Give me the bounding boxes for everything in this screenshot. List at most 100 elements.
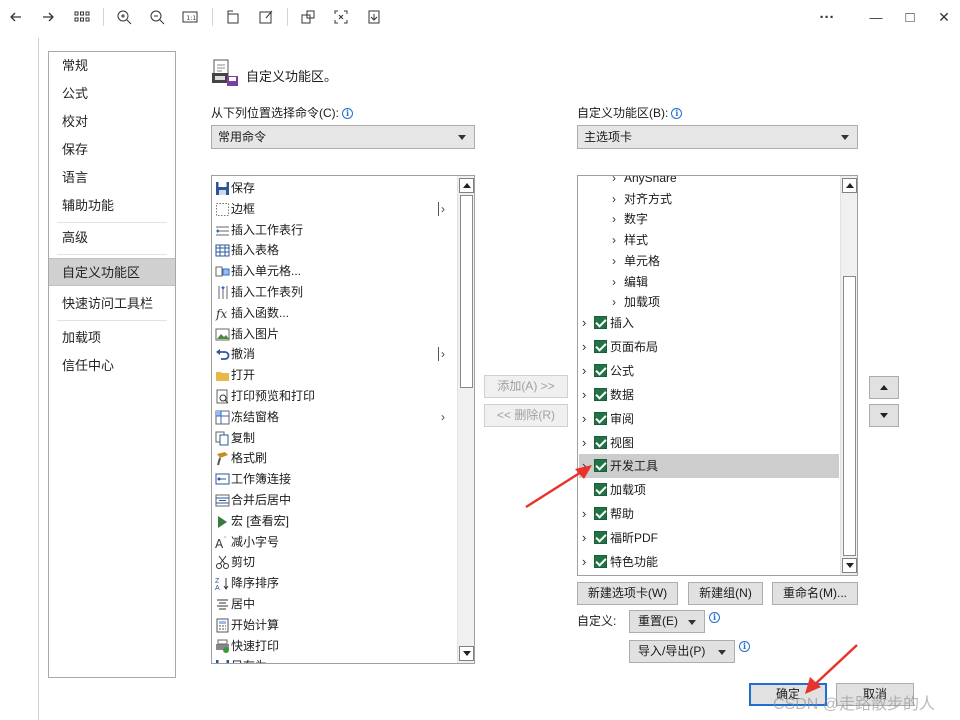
command-item[interactable]: 宏 [查看宏]	[213, 511, 457, 531]
scroll-thumb[interactable]	[843, 276, 856, 556]
tab-item[interactable]: › 福昕PDF	[579, 526, 839, 550]
category-customize-ribbon[interactable]: 自定义功能区	[49, 258, 175, 286]
category-quick-access-toolbar[interactable]: 快速访问工具栏	[49, 290, 175, 318]
category-general[interactable]: 常规	[49, 52, 175, 80]
tab-checkbox[interactable]	[594, 459, 607, 473]
category-trust-center[interactable]: 信任中心	[49, 352, 175, 380]
category-add-ins[interactable]: 加载项	[49, 324, 175, 352]
command-item[interactable]: 插入表格	[213, 240, 457, 260]
rename-button[interactable]: 重命名(M)...	[772, 582, 858, 605]
move-up-button[interactable]	[869, 376, 899, 399]
command-item[interactable]: 边框 ›	[213, 199, 457, 219]
choose-commands-combo[interactable]: 常用命令	[211, 125, 475, 149]
command-item[interactable]: 格式刷	[213, 448, 457, 468]
move-down-button[interactable]	[869, 404, 899, 427]
back-icon[interactable]	[5, 6, 27, 28]
download-icon[interactable]	[363, 6, 385, 28]
tab-checkbox[interactable]	[594, 435, 607, 449]
crop-icon[interactable]	[297, 6, 319, 28]
chevron-right-icon[interactable]: ›	[612, 189, 616, 209]
tab-checkbox[interactable]	[594, 339, 607, 353]
tab-checkbox[interactable]	[594, 316, 607, 329]
chevron-right-icon[interactable]: ›	[582, 502, 586, 526]
tab-item[interactable]: › 帮助	[579, 502, 839, 526]
commands-scrollbar[interactable]	[457, 176, 474, 663]
tab-item[interactable]: › 公式	[579, 359, 839, 383]
command-item[interactable]: 开始计算	[213, 615, 457, 635]
commands-listbox[interactable]: 保存 边框 › 插入工作表行 插入表格 插入单元格... 插入工作表列 fx 插入函数... 插入…	[211, 175, 475, 664]
command-item[interactable]: 插入单元格...	[213, 261, 457, 281]
tab-checkbox[interactable]	[594, 411, 607, 425]
chevron-right-icon[interactable]: ›	[582, 407, 586, 431]
command-item[interactable]: 保存	[213, 178, 457, 198]
maximize-icon[interactable]: □	[899, 6, 921, 28]
edit-icon[interactable]	[255, 6, 277, 28]
command-item[interactable]: 冻结窗格 ›	[213, 407, 457, 427]
tab-item[interactable]: › 审阅	[579, 407, 839, 431]
tab-item[interactable]: › 开发工具	[579, 454, 839, 479]
submenu-arrow-icon[interactable]: ›	[441, 344, 445, 364]
scroll-up-button[interactable]	[842, 178, 857, 193]
command-item[interactable]: Z A 降序排序	[213, 573, 457, 593]
category-save[interactable]: 保存	[49, 136, 175, 164]
forward-icon[interactable]	[37, 6, 59, 28]
new-tab-button[interactable]: 新建选项卡(W)	[577, 582, 678, 605]
chevron-right-icon[interactable]: ›	[612, 272, 616, 292]
command-item[interactable]: 居中	[213, 594, 457, 614]
command-item[interactable]: 剪切	[213, 552, 457, 572]
scroll-down-button[interactable]	[842, 558, 857, 573]
group-item[interactable]: › 单元格	[579, 251, 839, 271]
chevron-right-icon[interactable]: ›	[582, 311, 586, 335]
category-formulas[interactable]: 公式	[49, 80, 175, 108]
tab-checkbox[interactable]	[594, 483, 607, 497]
chevron-right-icon[interactable]: ›	[582, 550, 586, 574]
command-item[interactable]: 插入工作表列	[213, 282, 457, 302]
chevron-right-icon[interactable]: ›	[612, 292, 616, 312]
category-proofing[interactable]: 校对	[49, 108, 175, 136]
rotate-icon[interactable]	[222, 6, 244, 28]
category-language[interactable]: 语言	[49, 164, 175, 192]
command-item[interactable]: 合并后居中	[213, 490, 457, 510]
tab-item[interactable]: › 特色功能	[579, 550, 839, 574]
grid-icon[interactable]	[71, 6, 93, 28]
zoom-in-icon[interactable]	[113, 6, 135, 28]
chevron-right-icon[interactable]: ›	[582, 431, 586, 455]
tab-checkbox[interactable]	[594, 507, 607, 521]
command-item[interactable]: fx 插入函数...	[213, 303, 457, 323]
tab-item[interactable]: › 数据	[579, 383, 839, 407]
chevron-right-icon[interactable]: ›	[582, 359, 586, 383]
chevron-right-icon[interactable]: ›	[582, 383, 586, 407]
reset-button[interactable]: 重置(E)	[629, 610, 705, 633]
chevron-right-icon[interactable]: ›	[582, 335, 586, 359]
command-item[interactable]: 复制	[213, 428, 457, 448]
tab-item[interactable]: › 页面布局	[579, 335, 839, 359]
more-icon[interactable]: ···	[816, 6, 838, 28]
actual-size-icon[interactable]: 1:1	[179, 6, 201, 28]
info-icon[interactable]: i	[671, 108, 683, 119]
ribbon-tree[interactable]: › AnyShare › 对齐方式 › 数字 › 样式 › 单元格 › 编辑 › 加载项 › 插入 › 页面布局 ›…	[577, 175, 858, 576]
group-item[interactable]: › 编辑	[579, 272, 839, 292]
tab-item[interactable]: › 视图	[579, 431, 839, 455]
remove-button[interactable]: << 删除(R)	[484, 404, 568, 427]
category-advanced[interactable]: 高级	[49, 224, 175, 252]
customize-ribbon-combo[interactable]: 主选项卡	[577, 125, 858, 149]
info-icon[interactable]: i	[342, 108, 353, 119]
zoom-out-icon[interactable]	[146, 6, 168, 28]
command-item[interactable]: 打印预览和打印	[213, 386, 457, 406]
group-item[interactable]: › 数字	[579, 209, 839, 229]
command-item[interactable]: 工作簿连接	[213, 469, 457, 489]
tab-checkbox[interactable]	[594, 387, 607, 401]
fit-icon[interactable]	[330, 6, 352, 28]
chevron-right-icon[interactable]: ›	[612, 230, 616, 250]
tab-checkbox[interactable]	[594, 363, 607, 377]
ribbon-tree-scrollbar[interactable]	[840, 176, 857, 575]
close-icon[interactable]: ✕	[933, 6, 955, 28]
add-button[interactable]: 添加(A) >>	[484, 375, 568, 398]
chevron-right-icon[interactable]: ›	[582, 454, 586, 478]
command-item[interactable]: 撤消 ›	[213, 344, 457, 364]
scroll-up-button[interactable]	[459, 178, 474, 193]
new-group-button[interactable]: 新建组(N)	[688, 582, 763, 605]
command-item[interactable]: 快速打印	[213, 636, 457, 656]
group-item[interactable]: › AnyShare	[579, 176, 839, 188]
chevron-right-icon[interactable]: ›	[612, 176, 616, 188]
